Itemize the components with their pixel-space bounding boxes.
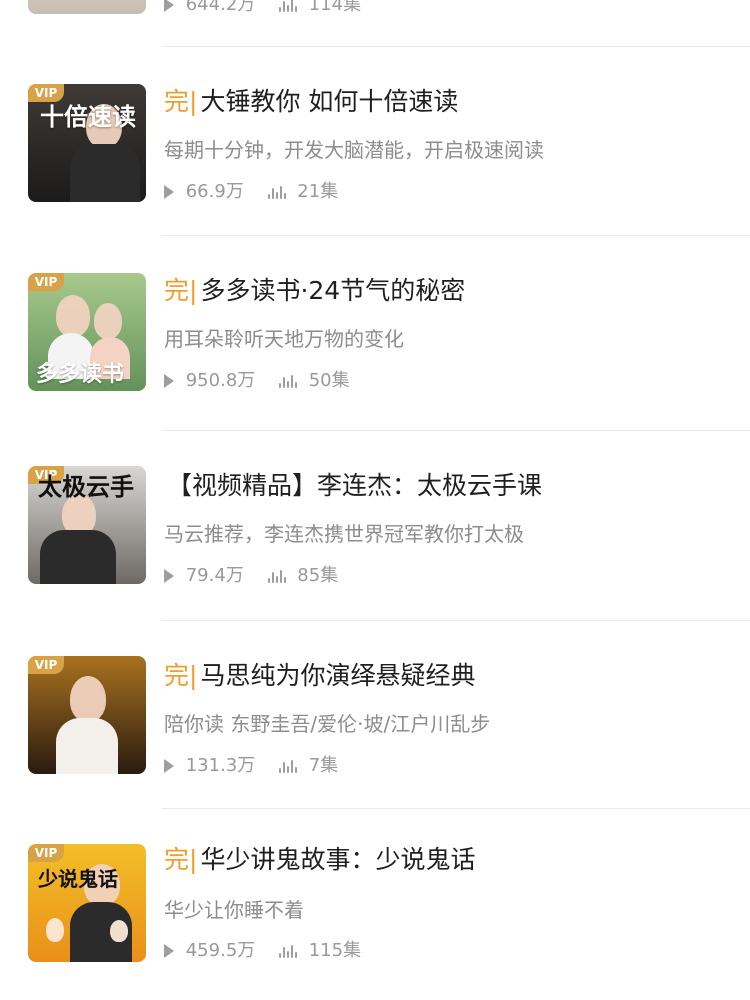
item-title[interactable]: 完| 多多读书·24节气的秘密 — [164, 276, 465, 306]
play-count: 131.3万 — [185, 755, 256, 776]
title-text: 【视频精品】李连杰：太极云手课 — [167, 471, 543, 500]
vip-badge: VIP — [28, 84, 64, 102]
item-subtitle: 陪你读 东野圭吾/爱伦·坡/江户川乱步 — [164, 712, 491, 736]
cover-person — [56, 295, 90, 337]
list-item[interactable]: VIP 多多读书 完| 多多读书·24节气的秘密 用耳朵聆听天地万物的变化 950… — [0, 235, 750, 425]
episode-wave-icon — [279, 0, 301, 12]
cover-image[interactable]: VIP 太极云手 — [28, 466, 146, 584]
episode-wave-icon — [279, 374, 301, 388]
title-text: 多多读书·24节气的秘密 — [200, 276, 466, 305]
play-count: 459.5万 — [185, 940, 256, 961]
play-icon — [164, 185, 174, 199]
cover-image[interactable] — [28, 0, 146, 14]
title-text: 马思纯为你演绎悬疑经典 — [200, 661, 476, 690]
cover-body — [70, 144, 140, 202]
play-count: 950.8万 — [185, 370, 256, 391]
cover-title: 多多读书 — [36, 361, 125, 387]
episode-count: 50集 — [308, 370, 350, 391]
cover-title: 少说鬼话 — [38, 867, 118, 891]
item-meta: 79.4万 85集 — [164, 565, 338, 587]
list-item[interactable]: VIP 太极云手 【视频精品】李连杰：太极云手课 马云推荐，李连杰携世界冠军教你… — [0, 430, 750, 620]
episode-wave-icon — [267, 185, 290, 199]
episode-count: 115集 — [308, 940, 362, 961]
item-title[interactable]: 完| 马思纯为你演绎悬疑经典 — [164, 661, 475, 691]
item-meta: 66.9万 21集 — [164, 181, 338, 203]
cover-body — [56, 718, 118, 774]
episode-count: 7集 — [308, 755, 339, 776]
item-meta: 644.2万 114集 — [164, 0, 361, 16]
item-title[interactable]: 【视频精品】李连杰：太极云手课 — [164, 471, 542, 501]
play-count: 79.4万 — [185, 565, 244, 586]
item-title[interactable]: 完| 大锤教你 如何十倍速读 — [164, 87, 458, 117]
play-count: 644.2万 — [185, 0, 256, 15]
play-icon — [164, 569, 174, 583]
item-meta: 459.5万 115集 — [164, 940, 361, 962]
cover-title: 十倍速读 — [40, 102, 136, 131]
play-icon — [164, 759, 174, 773]
item-subtitle: 华少让你睡不着 — [164, 898, 304, 922]
vip-badge: VIP — [28, 273, 64, 291]
cover-image[interactable]: VIP 少说鬼话 — [28, 844, 146, 962]
cover-title: 太极云手 — [38, 472, 134, 501]
status-badge: 完| — [164, 661, 198, 690]
vip-badge: VIP — [28, 844, 64, 862]
cover-person — [94, 303, 122, 339]
list-item[interactable]: VIP 完| 马思纯为你演绎悬疑经典 陪你读 东野圭吾/爱伦·坡/江户川乱步 13… — [0, 620, 750, 810]
cover-image[interactable]: VIP 十倍速读 — [28, 84, 146, 202]
status-badge: 完| — [164, 845, 198, 874]
item-subtitle: 每期十分钟，开发大脑潜能，开启极速阅读 — [164, 138, 544, 162]
item-subtitle: 用耳朵聆听天地万物的变化 — [164, 327, 404, 351]
play-icon — [164, 944, 174, 958]
vip-badge: VIP — [28, 656, 64, 674]
play-count: 66.9万 — [185, 181, 244, 202]
episode-count: 114集 — [308, 0, 362, 15]
audiobook-list: 644.2万 114集 VIP 十倍速读 完| 大锤教你 如何十倍速读 每期十分钟… — [0, 0, 750, 1000]
status-badge: 完| — [164, 87, 198, 116]
title-text: 大锤教你 如何十倍速读 — [200, 87, 459, 116]
status-badge: 完| — [164, 276, 198, 305]
episode-wave-icon — [279, 944, 301, 958]
cover-body — [40, 530, 116, 584]
episode-count: 85集 — [297, 565, 339, 586]
cover-image[interactable]: VIP 多多读书 — [28, 273, 146, 391]
partial-list-item[interactable]: 644.2万 114集 — [0, 0, 750, 28]
cover-person — [70, 676, 106, 722]
episode-wave-icon — [279, 759, 301, 773]
list-item[interactable]: VIP 十倍速读 完| 大锤教你 如何十倍速读 每期十分钟，开发大脑潜能，开启极速… — [0, 46, 750, 236]
episode-count: 21集 — [297, 181, 339, 202]
cover-small-figure — [110, 920, 128, 942]
item-meta: 131.3万 7集 — [164, 755, 338, 777]
title-text: 华少讲鬼故事：少说鬼话 — [200, 845, 476, 874]
cover-small-figure — [46, 918, 64, 942]
cover-image[interactable]: VIP — [28, 656, 146, 774]
list-item[interactable]: VIP 少说鬼话 完| 华少讲鬼故事：少说鬼话 华少让你睡不着 459.5万 11… — [0, 808, 750, 998]
play-icon — [164, 0, 174, 12]
item-meta: 950.8万 50集 — [164, 370, 350, 392]
item-title[interactable]: 完| 华少讲鬼故事：少说鬼话 — [164, 845, 475, 875]
item-subtitle: 马云推荐，李连杰携世界冠军教你打太极 — [164, 522, 524, 546]
play-icon — [164, 374, 174, 388]
episode-wave-icon — [267, 569, 290, 583]
